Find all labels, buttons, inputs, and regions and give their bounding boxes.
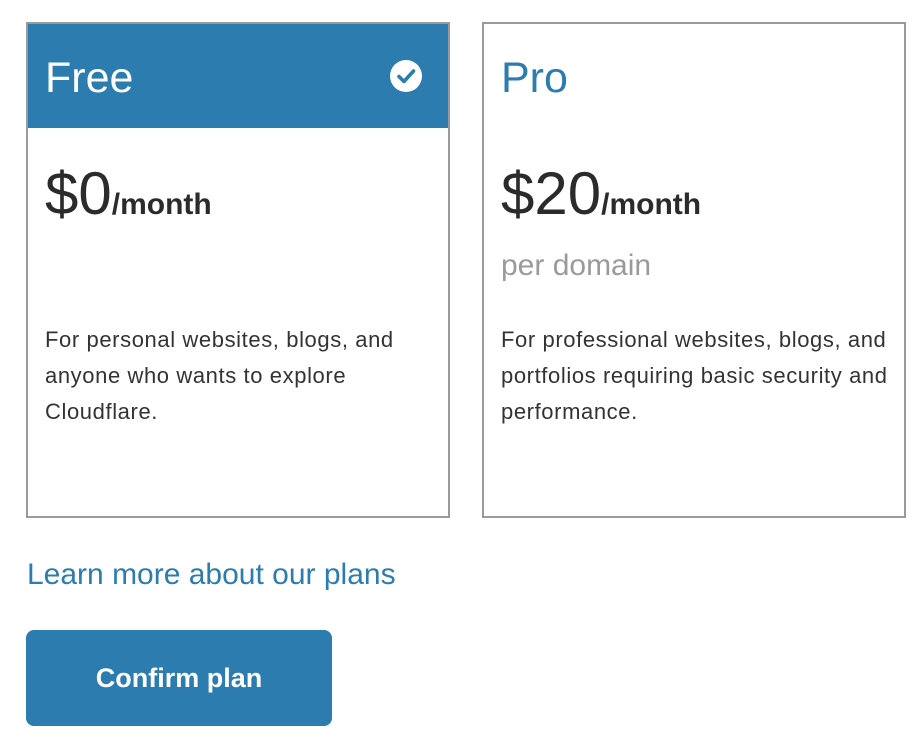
- plan-card-header: Free: [28, 24, 448, 128]
- price-period: /month: [601, 188, 702, 221]
- price-period: /month: [111, 188, 212, 221]
- plan-description: For personal websites, blogs, and anyone…: [45, 327, 394, 424]
- plan-name: Free: [45, 54, 134, 102]
- price-amount: $0: [45, 160, 112, 227]
- confirm-plan-button[interactable]: Confirm plan: [26, 630, 332, 726]
- plan-name: Pro: [501, 54, 568, 102]
- plan-description: For professional websites, blogs, and po…: [501, 327, 888, 424]
- plan-price: $20/month: [501, 158, 701, 230]
- plan-selector: Free $0/month For personal websites, blo…: [26, 22, 906, 518]
- plan-card-pro[interactable]: Pro $20/month per domain For professiona…: [482, 22, 906, 518]
- price-note: per domain: [501, 249, 652, 282]
- learn-more-link[interactable]: Learn more about our plans: [27, 554, 396, 596]
- price-amount: $20: [501, 160, 602, 227]
- plan-price: $0/month: [45, 158, 212, 230]
- plan-card-header: Pro: [484, 24, 904, 128]
- plan-card-free[interactable]: Free $0/month For personal websites, blo…: [26, 22, 450, 518]
- check-circle-icon: [390, 60, 422, 92]
